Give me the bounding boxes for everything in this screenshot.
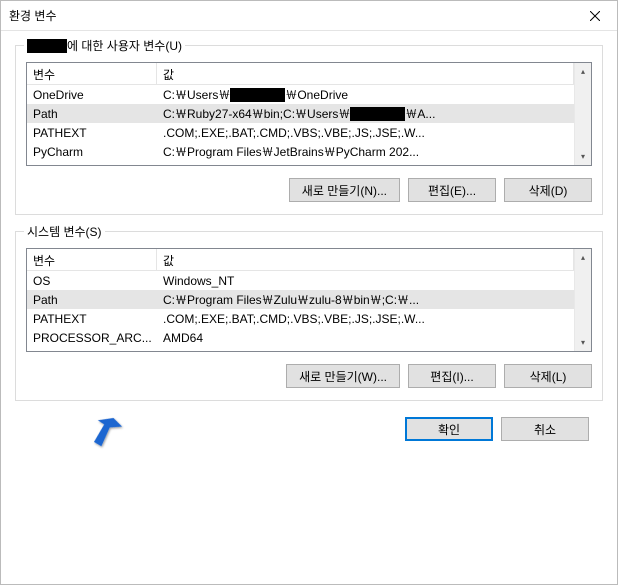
system-variables-group: 시스템 변수(S) 변수 값 OSWindows_NTPathC:￦Progra… xyxy=(15,231,603,401)
user-edit-button[interactable]: 편집(E)... xyxy=(408,178,496,202)
table-row[interactable]: OneDriveC:￦Users￦￦OneDrive xyxy=(27,85,574,104)
scroll-down-icon[interactable]: ▾ xyxy=(575,334,591,351)
ok-button[interactable]: 확인 xyxy=(405,417,493,441)
system-vars-header-name[interactable]: 변수 xyxy=(27,249,157,270)
user-vars-body[interactable]: OneDriveC:￦Users￦￦OneDrivePathC:￦Ruby27-… xyxy=(27,85,574,165)
user-vars-header-row: 변수 값 xyxy=(27,63,574,85)
dialog-content: 에 대한 사용자 변수(U) 변수 값 OneDriveC:￦Users￦￦On… xyxy=(1,31,617,469)
user-delete-button[interactable]: 삭제(D) xyxy=(504,178,592,202)
user-vars-buttons: 새로 만들기(N)... 편집(E)... 삭제(D) xyxy=(26,178,592,202)
system-vars-buttons: 새로 만들기(W)... 편집(I)... 삭제(L) xyxy=(26,364,592,388)
system-vars-body[interactable]: OSWindows_NTPathC:￦Program Files￦Zulu￦zu… xyxy=(27,271,574,351)
dialog-title: 환경 변수 xyxy=(9,7,57,24)
var-name-cell: OneDrive xyxy=(27,88,157,102)
user-vars-table-main: 변수 값 OneDriveC:￦Users￦￦OneDrivePathC:￦Ru… xyxy=(27,63,574,165)
var-value-cell: C:￦Program Files￦JetBrains￦PyCharm 202..… xyxy=(157,143,574,160)
system-vars-header-value[interactable]: 값 xyxy=(157,249,574,270)
user-vars-scrollbar[interactable]: ▴ ▾ xyxy=(574,63,591,165)
user-vars-table: 변수 값 OneDriveC:￦Users￦￦OneDrivePathC:￦Ru… xyxy=(26,62,592,166)
scroll-down-icon[interactable]: ▾ xyxy=(575,148,591,165)
user-variables-label: 에 대한 사용자 변수(U) xyxy=(24,37,185,54)
system-new-button[interactable]: 새로 만들기(W)... xyxy=(286,364,400,388)
var-name-cell: PyCharm xyxy=(27,145,157,159)
var-value-cell: Windows_NT xyxy=(157,274,574,288)
system-vars-table-main: 변수 값 OSWindows_NTPathC:￦Program Files￦Zu… xyxy=(27,249,574,351)
scroll-track[interactable] xyxy=(575,266,591,334)
close-icon xyxy=(590,11,600,21)
close-button[interactable] xyxy=(572,1,617,30)
scroll-up-icon[interactable]: ▴ xyxy=(575,249,591,266)
user-vars-header-name[interactable]: 변수 xyxy=(27,63,157,84)
table-row[interactable]: OSWindows_NT xyxy=(27,271,574,290)
system-variables-label: 시스템 변수(S) xyxy=(24,223,105,240)
table-row[interactable]: PyCharmC:￦Program Files￦JetBrains￦PyChar… xyxy=(27,142,574,161)
system-vars-scrollbar[interactable]: ▴ ▾ xyxy=(574,249,591,351)
var-name-cell: OS xyxy=(27,274,157,288)
table-row[interactable]: PathC:￦Program Files￦Zulu￦zulu-8￦bin￦;C:… xyxy=(27,290,574,309)
table-row[interactable]: PATHEXT.COM;.EXE;.BAT;.CMD;.VBS;.VBE;.JS… xyxy=(27,309,574,328)
table-row[interactable]: PROCESSOR_ARC...AMD64 xyxy=(27,328,574,347)
var-name-cell: PATHEXT xyxy=(27,312,157,326)
var-value-cell: .COM;.EXE;.BAT;.CMD;.VBS;.VBE;.JS;.JSE;.… xyxy=(157,312,574,326)
redacted-value xyxy=(350,107,405,121)
titlebar: 환경 변수 xyxy=(1,1,617,31)
scroll-track[interactable] xyxy=(575,80,591,148)
var-value-cell: C:￦Ruby27-x64￦bin;C:￦Users￦￦A... xyxy=(157,105,574,122)
system-delete-button[interactable]: 삭제(L) xyxy=(504,364,592,388)
var-value-cell: C:￦Program Files￦Zulu￦zulu-8￦bin￦;C:￦... xyxy=(157,291,574,308)
table-row[interactable]: PATHEXT.COM;.EXE;.BAT;.CMD;.VBS;.VBE;.JS… xyxy=(27,123,574,142)
scroll-up-icon[interactable]: ▴ xyxy=(575,63,591,80)
redacted-username xyxy=(27,39,67,53)
var-name-cell: PROCESSOR_ARC... xyxy=(27,331,157,345)
dialog-action-buttons: 확인 취소 xyxy=(15,417,603,455)
system-vars-header-row: 변수 값 xyxy=(27,249,574,271)
environment-variables-dialog: 환경 변수 에 대한 사용자 변수(U) 변수 값 OneDriveC:￦Use… xyxy=(0,0,618,585)
var-value-cell: .COM;.EXE;.BAT;.CMD;.VBS;.VBE;.JS;.JSE;.… xyxy=(157,126,574,140)
var-name-cell: Path xyxy=(27,107,157,121)
cancel-button[interactable]: 취소 xyxy=(501,417,589,441)
table-row[interactable]: PathC:￦Ruby27-x64￦bin;C:￦Users￦￦A... xyxy=(27,104,574,123)
user-vars-label-text: 에 대한 사용자 변수(U) xyxy=(67,37,182,54)
system-edit-button[interactable]: 편집(I)... xyxy=(408,364,496,388)
user-new-button[interactable]: 새로 만들기(N)... xyxy=(289,178,400,202)
redacted-value xyxy=(230,88,285,102)
var-value-cell: AMD64 xyxy=(157,331,574,345)
user-variables-group: 에 대한 사용자 변수(U) 변수 값 OneDriveC:￦Users￦￦On… xyxy=(15,45,603,215)
var-name-cell: Path xyxy=(27,293,157,307)
var-value-cell: C:￦Users￦￦OneDrive xyxy=(157,86,574,103)
var-name-cell: PATHEXT xyxy=(27,126,157,140)
user-vars-header-value[interactable]: 값 xyxy=(157,63,574,84)
system-vars-table: 변수 값 OSWindows_NTPathC:￦Program Files￦Zu… xyxy=(26,248,592,352)
